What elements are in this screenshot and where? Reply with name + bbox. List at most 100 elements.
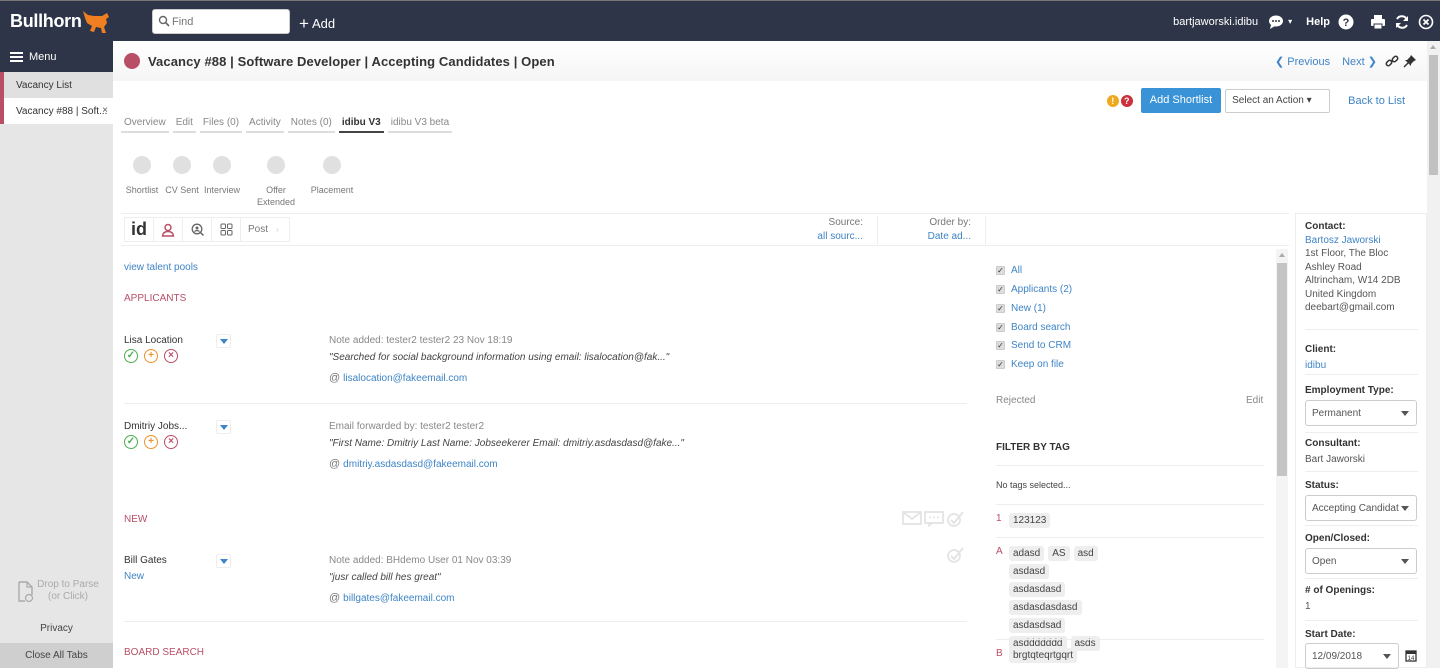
- tag-chip[interactable]: asdasd: [1009, 564, 1050, 579]
- help-icon[interactable]: ?: [1338, 14, 1354, 30]
- checkbox-checked-icon[interactable]: ✓: [996, 266, 1005, 275]
- order-by-filter[interactable]: Order by: Date ad...: [893, 216, 971, 244]
- accept-icon[interactable]: ✓: [124, 349, 138, 363]
- filter-board-search[interactable]: ✓ Board search: [996, 322, 1070, 333]
- filter-all[interactable]: ✓ All: [996, 265, 1022, 276]
- tag-chip[interactable]: adasd: [1009, 546, 1045, 561]
- status-select[interactable]: Accepting Candidat: [1305, 495, 1417, 521]
- link-icon[interactable]: [1385, 54, 1399, 68]
- tab-idibu-v3[interactable]: idibu V3: [338, 115, 384, 133]
- grid-view-button[interactable]: [212, 218, 241, 241]
- employment-type-select[interactable]: Permanent: [1305, 400, 1417, 426]
- reject-icon[interactable]: ×: [164, 349, 178, 363]
- start-date-input[interactable]: 12/09/2018: [1305, 643, 1399, 669]
- add-shortlist-button[interactable]: Add Shortlist: [1140, 88, 1222, 113]
- checkbox-checked-icon[interactable]: ✓: [996, 341, 1005, 350]
- checkbox-checked-icon[interactable]: ✓: [996, 304, 1005, 313]
- tag-chip[interactable]: AS: [1048, 546, 1070, 561]
- checkbox-checked-icon[interactable]: ✓: [996, 323, 1005, 332]
- previous-button[interactable]: ❮ Previous: [1275, 55, 1330, 68]
- email-text[interactable]: dmitriy.asdasdasd@fakeemail.com: [343, 459, 497, 470]
- checkbox-checked-icon[interactable]: ✓: [996, 360, 1005, 369]
- scroll-up-icon[interactable]: [1279, 253, 1285, 257]
- refresh-icon[interactable]: [1394, 14, 1410, 30]
- tab-notes[interactable]: Notes (0): [287, 115, 335, 133]
- tab-files[interactable]: Files (0): [199, 115, 243, 133]
- print-icon[interactable]: [1370, 14, 1386, 30]
- search-input[interactable]: [172, 13, 284, 30]
- tab-edit[interactable]: Edit: [172, 115, 196, 133]
- open-closed-select[interactable]: Open: [1305, 548, 1417, 574]
- select-action-dropdown[interactable]: Select an Action ▾: [1225, 88, 1331, 113]
- sidebar-tab-vacancy-list[interactable]: Vacancy List: [0, 72, 113, 98]
- email-icon[interactable]: [902, 511, 922, 525]
- tag-chip[interactable]: asdasdasd: [1009, 582, 1066, 597]
- chat-icon[interactable]: [1268, 14, 1284, 30]
- pipeline-step-offer-extended[interactable]: Offer Extended: [254, 156, 298, 208]
- tag-chip[interactable]: asd: [1073, 546, 1098, 561]
- candidate-name[interactable]: Bill Gates: [124, 555, 167, 566]
- candidate-email[interactable]: @ dmitriy.asdasdasd@fakeemail.com: [329, 458, 498, 470]
- source-filter[interactable]: Source: all sourc...: [783, 216, 863, 244]
- candidate-dropdown-button[interactable]: [216, 554, 231, 568]
- candidate-email[interactable]: @ billgates@fakeemail.com: [329, 592, 454, 604]
- tab-activity[interactable]: Activity: [246, 115, 284, 133]
- filter-new[interactable]: ✓ New (1): [996, 303, 1046, 314]
- contact-name-link[interactable]: Bartosz Jaworski: [1305, 234, 1401, 248]
- scroll-thumb[interactable]: [1277, 263, 1287, 476]
- candidate-name[interactable]: Lisa Location: [124, 335, 183, 346]
- sms-icon[interactable]: [924, 511, 944, 527]
- help-link[interactable]: Help: [1306, 16, 1330, 28]
- add-button[interactable]: + Add: [299, 13, 335, 33]
- next-button[interactable]: Next ❯: [1342, 55, 1377, 68]
- scroll-thumb[interactable]: [1429, 55, 1438, 175]
- close-all-tabs-button[interactable]: Close All Tabs: [0, 643, 113, 668]
- search-candidates-button[interactable]: [183, 218, 212, 241]
- close-tab-icon[interactable]: ×: [102, 105, 108, 116]
- candidate-name[interactable]: Dmitriy Jobs...: [124, 421, 187, 432]
- client-link[interactable]: idibu: [1305, 359, 1336, 373]
- menu-button[interactable]: Menu: [0, 41, 113, 72]
- search-box[interactable]: [152, 9, 290, 34]
- tag-chip[interactable]: asdasdsad: [1009, 618, 1066, 633]
- reject-icon[interactable]: ×: [164, 435, 178, 449]
- order-value[interactable]: Date ad...: [893, 230, 971, 244]
- post-button[interactable]: Post ›: [241, 218, 279, 241]
- pin-icon[interactable]: [1403, 54, 1417, 68]
- scroll-up-icon[interactable]: [1430, 45, 1436, 49]
- email-text[interactable]: billgates@fakeemail.com: [343, 593, 454, 604]
- drop-to-parse[interactable]: Drop to Parse (or Click): [14, 579, 104, 603]
- sidebar-tab-vacancy-88[interactable]: Vacancy #88 | Soft... ×: [0, 98, 113, 124]
- view-talent-pools-link[interactable]: view talent pools: [124, 262, 198, 273]
- username[interactable]: bartjaworski.idibu: [1173, 16, 1258, 28]
- edit-link[interactable]: Edit: [1246, 395, 1263, 406]
- email-text[interactable]: lisalocation@fakeemail.com: [343, 373, 467, 384]
- source-value[interactable]: all sourc...: [783, 230, 863, 244]
- idibu-logo-button[interactable]: id: [125, 218, 154, 241]
- filter-applicants[interactable]: ✓ Applicants (2): [996, 284, 1072, 295]
- pipeline-step-interview[interactable]: Interview: [201, 156, 243, 196]
- check-icon[interactable]: [946, 511, 964, 527]
- add-icon[interactable]: +: [144, 435, 158, 449]
- checkbox-checked-icon[interactable]: ✓: [996, 285, 1005, 294]
- location-pin-icon[interactable]: ?: [1120, 94, 1133, 107]
- candidate-email[interactable]: @ lisalocation@fakeemail.com: [329, 372, 467, 384]
- accept-icon[interactable]: ✓: [124, 435, 138, 449]
- tab-overview[interactable]: Overview: [121, 115, 169, 133]
- candidates-button[interactable]: [154, 218, 183, 241]
- pipeline-step-placement[interactable]: Placement: [309, 156, 355, 196]
- tag-chip[interactable]: 123123: [1009, 513, 1051, 528]
- pipeline-step-cv-sent[interactable]: CV Sent: [163, 156, 201, 196]
- brand-logo[interactable]: Bullhorn: [10, 11, 82, 32]
- back-to-list-link[interactable]: Back to List: [1348, 95, 1405, 107]
- candidate-dropdown-button[interactable]: [216, 334, 231, 348]
- candidate-dropdown-button[interactable]: [216, 420, 231, 434]
- tab-idibu-v3-beta[interactable]: idibu V3 beta: [387, 115, 453, 133]
- lightbulb-icon[interactable]: !: [1106, 94, 1119, 107]
- filter-keep-on-file[interactable]: ✓ Keep on file: [996, 359, 1064, 370]
- tag-chip[interactable]: brgtqteqrtgqrt: [1009, 648, 1078, 663]
- filter-scrollbar[interactable]: [1276, 249, 1288, 668]
- privacy-link[interactable]: Privacy: [0, 623, 113, 634]
- calendar-icon[interactable]: 14: [1405, 649, 1417, 662]
- add-icon[interactable]: +: [144, 349, 158, 363]
